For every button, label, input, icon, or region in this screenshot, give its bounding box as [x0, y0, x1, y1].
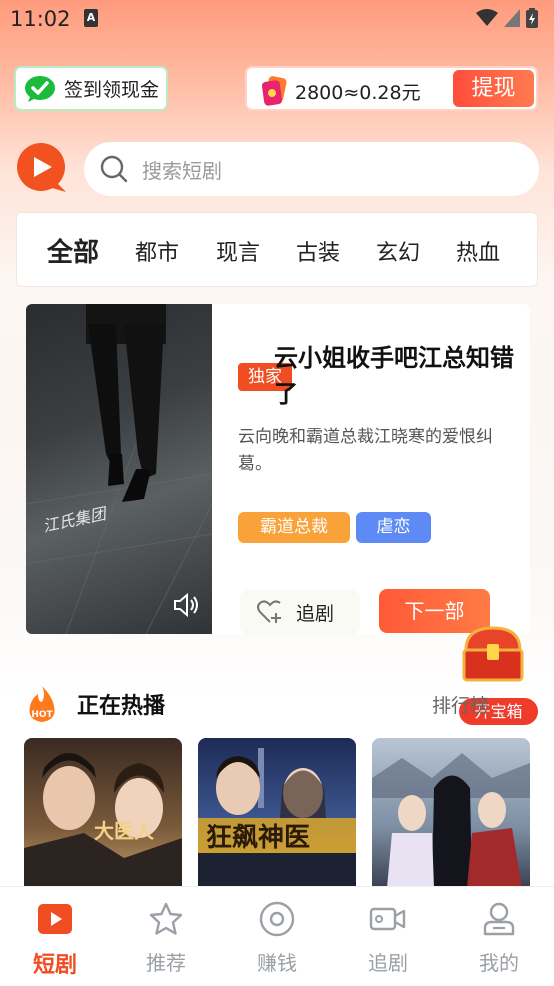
coin-card-icon: [261, 76, 287, 106]
search-input[interactable]: 搜索短剧: [142, 155, 222, 184]
play-icon: [38, 904, 72, 934]
tab-following[interactable]: 追剧: [348, 897, 428, 976]
hot-section-title: 正在热播: [77, 694, 166, 719]
checkin-label: 签到领现金: [64, 79, 160, 101]
bottom-tab-bar: 短剧 推荐 赚钱 追剧 我的: [0, 886, 554, 986]
tab-recommend[interactable]: 推荐: [126, 897, 206, 976]
status-bar: 11:02 A: [0, 0, 554, 38]
category-tab-all[interactable]: 全部: [47, 232, 99, 269]
status-indicators: [476, 8, 538, 28]
drama-thumbnail-2[interactable]: 狂飙神医: [198, 738, 356, 888]
poster-illustration: 江氏集团: [26, 304, 212, 634]
withdraw-button[interactable]: 提现: [453, 70, 534, 107]
tab-following-label: 追剧: [368, 951, 408, 975]
coin-circle-icon: [259, 901, 295, 937]
thumbnail-title-2: 狂飙神医: [206, 823, 310, 853]
poster-caption: 江氏集团: [41, 504, 110, 536]
notification-icon: A: [84, 9, 98, 27]
search-icon: [100, 155, 128, 183]
tab-me[interactable]: 我的: [459, 897, 539, 976]
wallet-panel: 2800≈0.28元 提现: [245, 66, 538, 111]
app-logo-icon: [17, 143, 66, 192]
category-tab-costume[interactable]: 古装: [296, 235, 340, 267]
category-tab-fantasy[interactable]: 玄幻: [376, 235, 420, 267]
featured-video-poster[interactable]: 江氏集团: [26, 304, 212, 634]
star-icon: [149, 902, 183, 935]
category-tab-action[interactable]: 热血: [456, 235, 500, 267]
checkmark-chat-icon: [25, 75, 55, 102]
user-icon: [483, 902, 515, 936]
follow-label: 追剧: [296, 602, 335, 625]
thumbnail-art: [372, 753, 530, 888]
hot-badge: HOT: [31, 710, 53, 720]
tab-recommend-label: 推荐: [146, 951, 186, 975]
search-bar[interactable]: 搜索短剧: [84, 142, 539, 196]
treasure-chest-icon[interactable]: [460, 624, 526, 684]
status-time: 11:02: [10, 7, 71, 31]
tab-me-label: 我的: [479, 951, 519, 975]
thumbnail-art: 大医人: [24, 753, 182, 888]
featured-description: 云向晚和霸道总裁江晓寒的爱恨纠葛。: [238, 427, 493, 474]
category-tab-romance[interactable]: 现言: [216, 235, 260, 267]
thumbnail-title-1: 大医人: [94, 819, 155, 843]
tab-earn[interactable]: 赚钱: [237, 897, 317, 976]
thumbnail-art: 狂飙神医: [198, 748, 356, 888]
tab-shorts[interactable]: 短剧: [15, 897, 95, 979]
featured-title[interactable]: 云小姐收手吧江总知错了: [274, 340, 524, 412]
heart-plus-icon: [257, 600, 281, 623]
drama-thumbnail-1[interactable]: 大医人: [24, 738, 182, 888]
category-tab-urban[interactable]: 都市: [135, 235, 179, 267]
tab-shorts-label: 短剧: [32, 953, 77, 978]
ranking-link[interactable]: 排行榜: [432, 691, 489, 718]
tag-angst[interactable]: 虐恋: [356, 512, 431, 543]
drama-thumbnail-3[interactable]: [372, 738, 530, 888]
tab-earn-label: 赚钱: [257, 951, 297, 975]
wifi-icon: [476, 9, 498, 26]
category-tabs: 全部 都市 现言 古装 玄幻 热血: [16, 212, 538, 287]
checkin-button[interactable]: 签到领现金: [14, 66, 168, 111]
tag-ceo[interactable]: 霸道总裁: [238, 512, 350, 543]
battery-icon: [526, 8, 538, 28]
video-camera-icon: [369, 907, 406, 931]
coin-balance: 2800≈0.28元: [295, 82, 421, 104]
signal-icon: [504, 9, 520, 27]
app-screen: 11:02 A 签到领现金 2800≈0.28元 提现 搜索短剧 全部 都市 现…: [0, 0, 554, 986]
follow-button[interactable]: 追剧: [240, 590, 360, 634]
fire-hot-icon: HOT: [29, 686, 55, 722]
mute-icon[interactable]: [172, 592, 200, 618]
